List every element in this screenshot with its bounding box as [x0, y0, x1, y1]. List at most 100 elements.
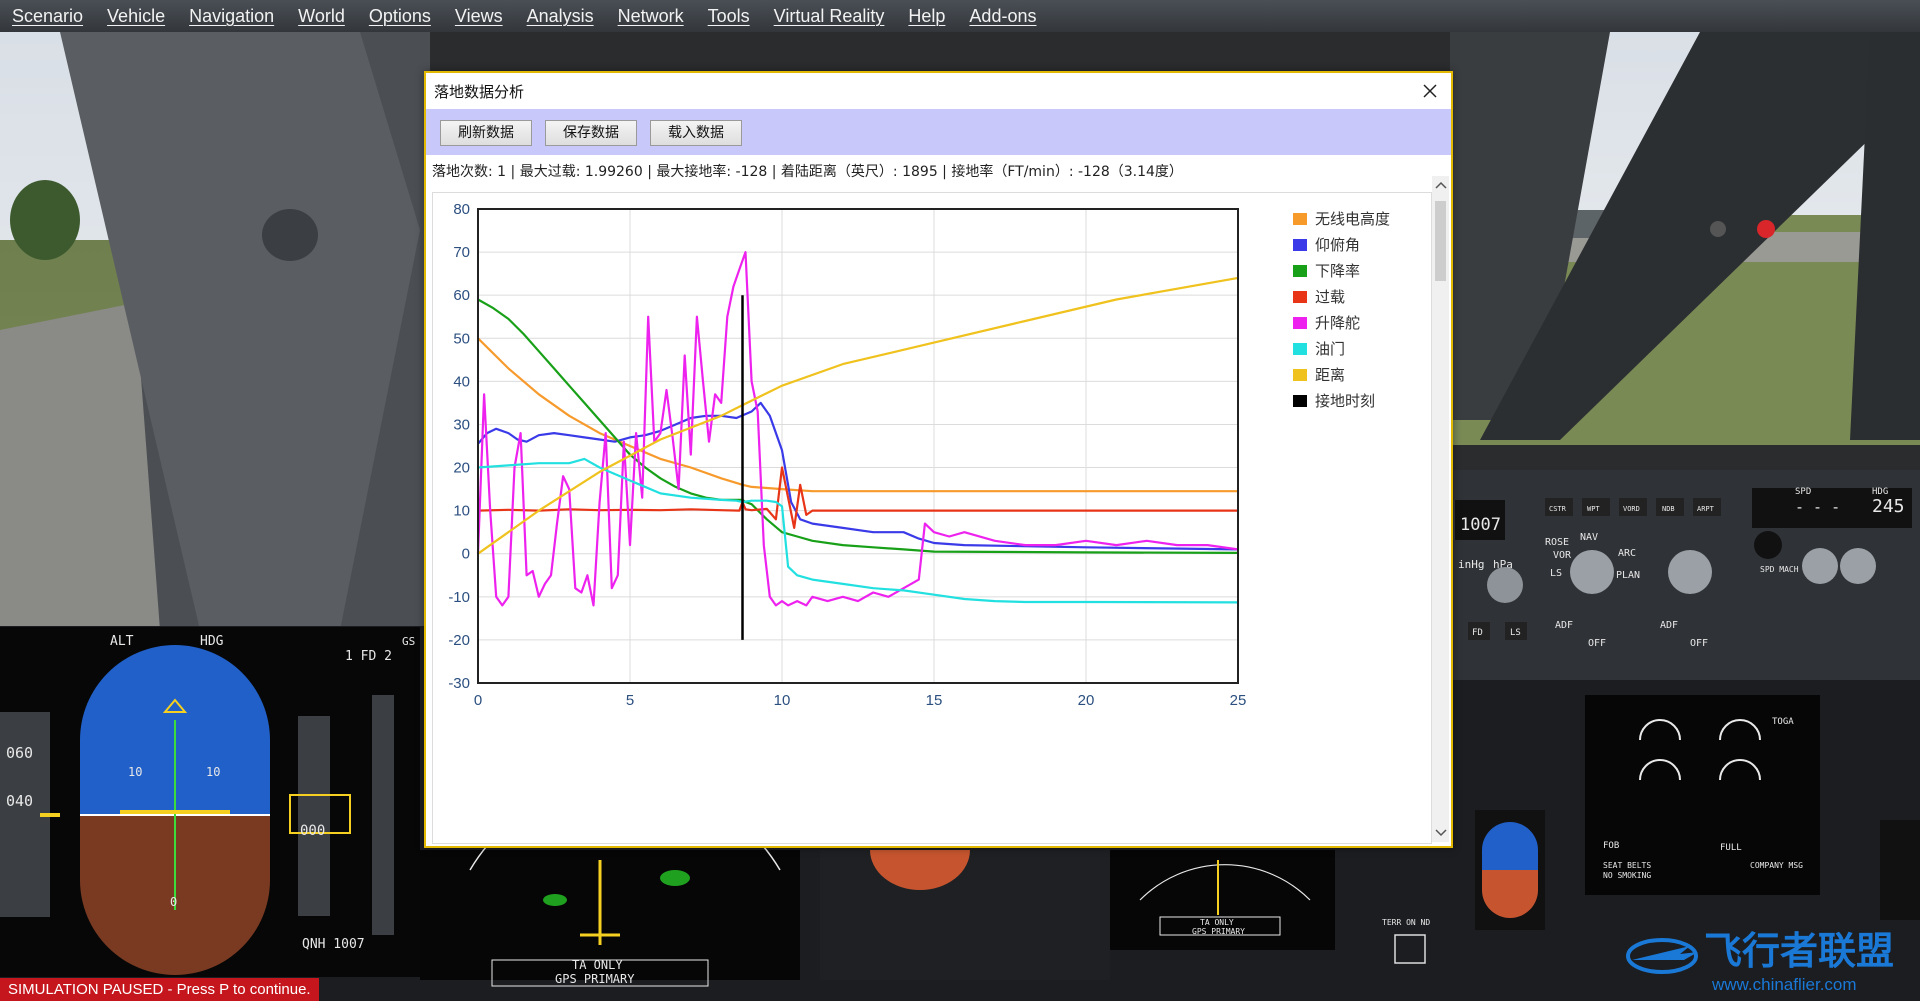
x-tick-label: 5: [626, 692, 634, 709]
menu-navigation[interactable]: Navigation: [177, 6, 286, 27]
y-tick-label: 30: [453, 416, 470, 433]
menu-analysis[interactable]: Analysis: [515, 6, 606, 27]
y-tick-label: 50: [453, 330, 470, 347]
y-tick-label: 60: [453, 287, 470, 304]
svg-text:060: 060: [6, 744, 33, 762]
legend-swatch-7: [1293, 369, 1307, 381]
plane-logo-icon: [1626, 938, 1698, 974]
save-data-button[interactable]: 保存数据: [545, 120, 637, 146]
refresh-data-button[interactable]: 刷新数据: [440, 120, 532, 146]
legend-label-5: 升降舵: [1315, 314, 1360, 332]
legend-swatch-8: [1293, 395, 1307, 407]
menu-vehicle[interactable]: Vehicle: [95, 6, 177, 27]
series-line-3: [477, 298, 1239, 554]
svg-text:FULL: FULL: [1720, 843, 1742, 853]
svg-text:CSTR: CSTR: [1549, 505, 1567, 513]
chart-legend: 无线电高度仰俯角下降率过载升降舵油门距离接地时刻: [1293, 210, 1390, 410]
chart-series: [476, 250, 1239, 640]
pfd-display: ALT HDG 1 FD 2 GS 060 040 000 10 10 0 QN…: [0, 627, 420, 977]
y-tick-label: -20: [448, 632, 470, 649]
svg-text:TOGA: TOGA: [1772, 717, 1794, 727]
menu-options[interactable]: Options: [357, 6, 443, 27]
simulation-paused-banner: SIMULATION PAUSED - Press P to continue.: [0, 978, 319, 1001]
svg-text:VOR: VOR: [1553, 550, 1572, 561]
menu-network[interactable]: Network: [606, 6, 696, 27]
svg-text:1 FD 2: 1 FD 2: [345, 649, 392, 664]
menu-scenario[interactable]: Scenario: [0, 6, 95, 27]
menu-virtual-reality[interactable]: Virtual Reality: [762, 6, 897, 27]
watermark-url: www.chinaflier.com: [1711, 975, 1857, 994]
scrollbar-thumb[interactable]: [1435, 201, 1446, 281]
landing-analysis-window: 落地数据分析 刷新数据 保存数据 载入数据 落地次数: 1 | 最大过载: 1.…: [424, 71, 1453, 848]
ecam-display: TOGA FOB FULL SEAT BELTS NO SMOKING COMP…: [1585, 695, 1820, 895]
svg-text:QNH 1007: QNH 1007: [302, 937, 365, 952]
legend-swatch-2: [1293, 239, 1307, 251]
svg-text:ARC: ARC: [1618, 548, 1636, 559]
scroll-down-arrow-icon[interactable]: [1434, 826, 1447, 839]
y-tick-label: -30: [448, 675, 470, 692]
svg-text:VORD: VORD: [1623, 505, 1640, 513]
svg-text:10: 10: [128, 765, 142, 779]
window-title: 落地数据分析: [434, 83, 525, 101]
x-tick-label: 15: [926, 692, 943, 709]
svg-text:NDB: NDB: [1662, 505, 1675, 513]
chart-axes: 80706050403020100-10-20-300 5 10 15 20 25: [448, 201, 1246, 709]
legend-swatch-4: [1293, 291, 1307, 303]
svg-text:GPS PRIMARY: GPS PRIMARY: [555, 972, 635, 986]
svg-text:NO SMOKING: NO SMOKING: [1603, 871, 1651, 880]
svg-text:LS: LS: [1550, 568, 1562, 579]
svg-text:GS: GS: [402, 635, 415, 648]
landing-data-chart: 80706050403020100-10-20-300 5 10 15 20 25 无线电…: [448, 201, 1390, 709]
window-titlebar[interactable]: 落地数据分析: [426, 73, 1451, 109]
legend-swatch-5: [1293, 317, 1307, 329]
vertical-scrollbar[interactable]: [1432, 176, 1449, 842]
y-tick-label: 70: [453, 244, 470, 261]
svg-text:0: 0: [170, 895, 177, 909]
svg-text:1007: 1007: [1460, 515, 1501, 535]
scroll-up-arrow-icon[interactable]: [1434, 178, 1447, 191]
svg-text:ADF: ADF: [1660, 620, 1678, 631]
y-tick-label: 20: [453, 460, 470, 477]
y-tick-label: 40: [453, 373, 470, 390]
y-tick-label: 80: [453, 201, 470, 218]
svg-text:LS: LS: [1510, 628, 1521, 638]
x-tick-label: 25: [1230, 692, 1247, 709]
chart-grid: [477, 208, 1239, 684]
watermark-brand: 飞行者联盟: [1704, 929, 1894, 973]
legend-label-4: 过载: [1315, 288, 1345, 306]
y-tick-label: -10: [448, 589, 470, 606]
svg-text:040: 040: [6, 792, 33, 810]
menu-help[interactable]: Help: [896, 6, 957, 27]
svg-text:FOB: FOB: [1603, 841, 1619, 851]
menu-world[interactable]: World: [286, 6, 357, 27]
plot-area-border: [477, 208, 1239, 684]
close-button[interactable]: [1415, 76, 1445, 106]
menu-tools[interactable]: Tools: [696, 6, 762, 27]
svg-text:TERR ON ND: TERR ON ND: [1382, 918, 1430, 927]
svg-text:inHg: inHg: [1458, 558, 1485, 571]
svg-text:ALT: ALT: [110, 634, 134, 649]
svg-text:245: 245: [1872, 496, 1905, 517]
legend-swatch-6: [1293, 343, 1307, 355]
x-tick-label: 0: [474, 692, 482, 709]
legend-label-7: 距离: [1315, 366, 1345, 384]
svg-text:ROSE: ROSE: [1545, 537, 1569, 548]
sim-menu-bar: Scenario Vehicle Navigation World Option…: [0, 0, 1920, 32]
svg-text:TA ONLY: TA ONLY: [572, 958, 623, 972]
nd-display-right: TA ONLY GPS PRIMARY: [1110, 850, 1335, 950]
svg-text:SPD: SPD: [1795, 487, 1811, 497]
load-data-button[interactable]: 载入数据: [650, 120, 742, 146]
svg-text:ARPT: ARPT: [1697, 505, 1715, 513]
series-line-7: [477, 276, 1239, 555]
svg-text:NAV: NAV: [1580, 532, 1598, 543]
menu-views[interactable]: Views: [443, 6, 515, 27]
svg-text:SPD MACH: SPD MACH: [1760, 565, 1799, 574]
landing-stats-summary: 落地次数: 1 | 最大过载: 1.99260 | 最大接地率: -128 | …: [432, 164, 1183, 180]
x-tick-label: 20: [1078, 692, 1095, 709]
menu-add-ons[interactable]: Add-ons: [957, 6, 1048, 27]
legend-label-6: 油门: [1315, 340, 1345, 358]
efis-buttons: CSTR WPT VORD NDB ARPT: [1545, 498, 1721, 516]
legend-label-8: 接地时刻: [1315, 392, 1375, 410]
svg-text:COMPANY MSG: COMPANY MSG: [1750, 861, 1803, 870]
svg-text:SEAT BELTS: SEAT BELTS: [1603, 861, 1651, 870]
